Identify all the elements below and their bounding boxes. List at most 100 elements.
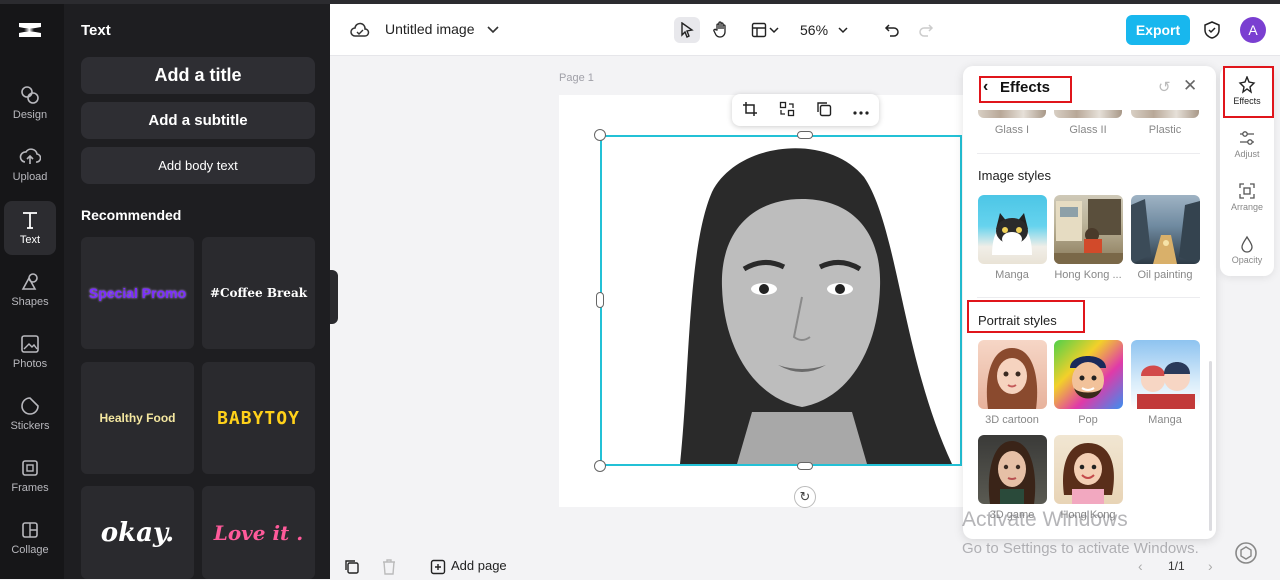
add-page-button[interactable]: Add page [451, 558, 507, 573]
panel-title: Text [81, 22, 111, 39]
image-style-oil-painting-thumb[interactable] [1131, 195, 1200, 264]
redo-icon[interactable] [913, 17, 939, 43]
template-tile-special-promo[interactable]: Special Promo [81, 237, 194, 349]
tool-adjust[interactable]: Adjust [1220, 129, 1274, 159]
undo-icon[interactable] [879, 17, 905, 43]
layout-chevron-icon[interactable] [766, 17, 782, 43]
tile-label: Special Promo [88, 285, 187, 301]
template-tile-healthy-food[interactable]: Healthy Food [81, 362, 194, 474]
resize-handle-left[interactable] [596, 292, 604, 308]
shapes-icon [21, 273, 38, 290]
close-icon[interactable]: ✕ [1183, 76, 1197, 96]
portrait-image[interactable] [600, 135, 962, 466]
nav-text[interactable]: Text [4, 201, 56, 255]
image-style-manga-thumb[interactable] [978, 195, 1047, 264]
export-button[interactable]: Export [1126, 15, 1190, 45]
tool-arrange[interactable]: Arrange [1220, 182, 1274, 212]
select-tool-icon[interactable] [674, 17, 700, 43]
tile-label: okay. [100, 517, 175, 548]
crop-icon[interactable] [742, 101, 758, 120]
rotate-handle-icon[interactable]: ↻ [794, 486, 816, 508]
tile-label: Healthy Food [99, 411, 176, 425]
effect-caption: Glass I [994, 124, 1030, 136]
tool-arrange-label: Arrange [1230, 202, 1264, 212]
add-body-text-button[interactable]: Add body text [81, 147, 315, 184]
image-floating-toolbar [732, 94, 879, 126]
cloud-sync-icon[interactable] [347, 17, 373, 43]
portrait-style-manga-thumb[interactable] [1131, 340, 1200, 409]
add-subtitle-button[interactable]: Add a subtitle [81, 102, 315, 139]
delete-page-icon[interactable] [382, 559, 396, 580]
replace-icon[interactable] [779, 101, 795, 120]
assistant-logo-icon[interactable] [1233, 540, 1259, 571]
resize-handle-top-left[interactable] [594, 129, 606, 141]
template-tile-babytoy[interactable]: BABYTOY [202, 362, 315, 474]
nav-upload[interactable]: Upload [4, 138, 56, 192]
effects-header: ‹ Effects ↺ ✕ [963, 66, 1216, 110]
design-icon [21, 86, 39, 104]
text-panel: Text Add a title Add a subtitle Add body… [64, 4, 330, 579]
nav-shapes[interactable]: Shapes [4, 263, 56, 317]
nav-design-label: Design [12, 109, 48, 121]
nav-photos-label: Photos [12, 358, 48, 370]
portrait-style-3d-game-thumb[interactable] [978, 435, 1047, 504]
portrait-style-3d-cartoon-thumb[interactable] [978, 340, 1047, 409]
effects-scrollbar[interactable] [1209, 361, 1212, 531]
image-styles-heading: Image styles [978, 168, 1051, 183]
document-title[interactable]: Untitled image [385, 21, 475, 37]
effect-caption: Glass II [1069, 124, 1107, 136]
nav-frames-label: Frames [11, 482, 49, 494]
portrait-style-pop-thumb[interactable] [1054, 340, 1123, 409]
resize-handle-bottom[interactable] [797, 462, 813, 470]
page-counter: 1/1 [1168, 559, 1185, 573]
hand-tool-icon[interactable] [708, 17, 734, 43]
prev-page-chevron-icon[interactable]: ‹ [1138, 558, 1143, 574]
capcut-logo-icon[interactable] [16, 18, 44, 42]
image-style-caption: Manga [995, 269, 1029, 281]
nav-frames[interactable]: Frames [4, 449, 56, 503]
left-nav-rail: Design Upload Text Shapes Photos Sticker… [0, 4, 64, 579]
effects-panel: ‹ Effects ↺ ✕ Glass I Glass II Plastic I… [963, 66, 1216, 539]
resize-handle-bottom-left[interactable] [594, 460, 606, 472]
resize-handle-top[interactable] [797, 131, 813, 139]
divider [977, 297, 1200, 298]
divider [977, 153, 1200, 154]
image-style-hong-kong-thumb[interactable] [1054, 195, 1123, 264]
page-copy-icon[interactable] [344, 559, 360, 580]
shield-icon[interactable] [1199, 17, 1225, 43]
adjust-icon [1240, 131, 1254, 145]
more-options-icon[interactable] [853, 102, 869, 118]
tile-label: BABYTOY [217, 407, 300, 429]
template-tile-coffee-break[interactable]: #Coffee Break [202, 237, 315, 349]
title-dropdown-chevron-icon[interactable] [480, 17, 506, 43]
reset-icon[interactable]: ↺ [1158, 78, 1171, 96]
highlight-box-effects-title [979, 76, 1072, 103]
template-tile-love-it[interactable]: Love it . [202, 486, 315, 579]
nav-upload-label: Upload [12, 171, 48, 183]
add-title-button[interactable]: Add a title [81, 57, 315, 94]
plastic-thumb[interactable] [1131, 110, 1199, 118]
panel-collapse-handle[interactable] [330, 270, 338, 324]
tile-label: Love it . [213, 520, 304, 545]
nav-shapes-label: Shapes [11, 296, 49, 308]
next-page-chevron-icon[interactable]: › [1208, 558, 1213, 574]
add-page-icon[interactable] [430, 559, 446, 580]
nav-stickers[interactable]: Stickers [4, 387, 56, 441]
template-tile-okay[interactable]: okay. [81, 486, 194, 579]
effect-caption: Plastic [1148, 124, 1182, 136]
nav-collage[interactable]: Collage [4, 511, 56, 565]
nav-design[interactable]: Design [4, 76, 56, 130]
duplicate-icon[interactable] [816, 101, 832, 120]
portrait-style-caption: Pop [1078, 414, 1098, 426]
tool-opacity[interactable]: Opacity [1220, 235, 1274, 265]
glass-2-thumb[interactable] [1054, 110, 1122, 118]
portrait-style-hong-kong-thumb[interactable] [1054, 435, 1123, 504]
top-toolbar: Untitled image 56% Export A [330, 4, 1280, 56]
zoom-chevron-icon[interactable] [835, 17, 851, 43]
nav-text-label: Text [19, 234, 41, 246]
glass-1-thumb[interactable] [978, 110, 1046, 118]
nav-photos[interactable]: Photos [4, 325, 56, 379]
user-avatar[interactable]: A [1240, 17, 1266, 43]
opacity-drop-icon [1241, 235, 1253, 253]
zoom-level[interactable]: 56% [800, 22, 828, 38]
